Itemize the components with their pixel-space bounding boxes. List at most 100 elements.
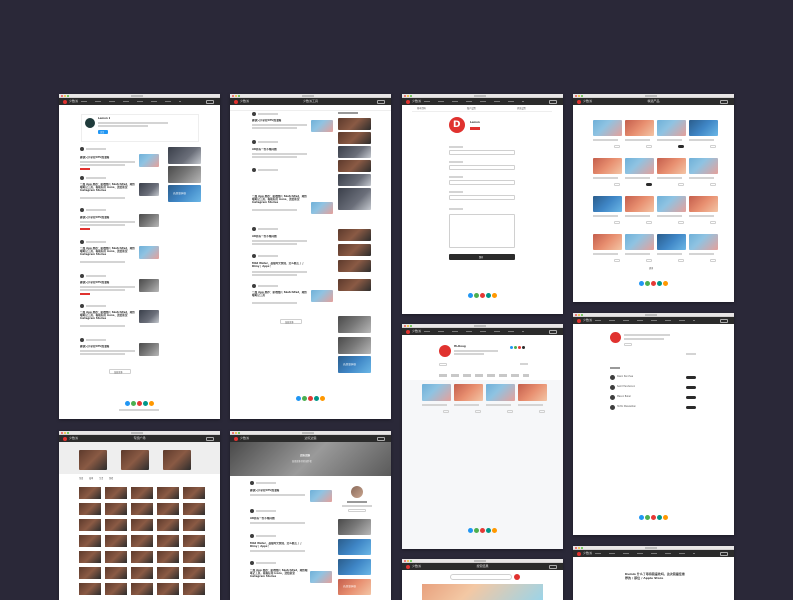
sidebar-banner[interactable]: 高质量获取 <box>338 579 371 595</box>
gallery-item[interactable] <box>183 503 205 515</box>
article-title[interactable]: Mild Water、夜猫时光倒流、怎么能忘了了 Dimy | Apps！ <box>252 262 308 268</box>
gallery-item[interactable] <box>79 551 101 563</box>
user-avatar[interactable]: D <box>449 117 465 133</box>
user-name[interactable]: Dasin Penchaa <box>617 375 633 378</box>
article-title[interactable]: 一周 App 推荐：新增图片 SketchPad、跨终端笔记工具，看看好用 ic… <box>250 569 308 578</box>
gallery-item[interactable] <box>157 583 179 595</box>
sidebar-image[interactable] <box>338 160 371 172</box>
article-thumbnail[interactable] <box>310 571 332 583</box>
article-title[interactable]: Mild Water、夜猫时光倒流、怎么能忘了了 Dimy | Apps！ <box>250 542 308 548</box>
sidebar-image[interactable] <box>338 316 371 333</box>
bio-textarea[interactable] <box>449 214 515 248</box>
product-card[interactable] <box>625 120 654 136</box>
mail-icon[interactable] <box>149 401 154 406</box>
login-button[interactable] <box>549 329 557 334</box>
product-card[interactable] <box>625 158 654 174</box>
gallery-item[interactable] <box>79 567 101 579</box>
change-avatar-button[interactable] <box>470 127 480 130</box>
gallery-item[interactable] <box>183 535 205 547</box>
douban-icon[interactable] <box>651 515 656 520</box>
login-button[interactable] <box>206 99 214 104</box>
search-input[interactable] <box>450 574 512 580</box>
brand-logo-icon[interactable] <box>406 99 410 104</box>
gallery-item[interactable] <box>157 551 179 563</box>
sidebar-image[interactable] <box>338 260 371 272</box>
article-thumbnail[interactable] <box>311 290 333 302</box>
sidebar-image[interactable] <box>338 132 371 144</box>
product-action-button[interactable] <box>678 183 684 186</box>
article-title[interactable]: 一周 App 推荐：新增图片 SketchPad、跨终端笔记工具 <box>252 291 308 300</box>
tab-all[interactable]: 全部 <box>79 477 83 480</box>
gallery-item[interactable] <box>183 567 205 579</box>
login-button[interactable] <box>720 551 728 556</box>
article-title[interactable]: 一周 App 推荐：新增图片 SketchPad、跨终端笔记工具，看看好用 ic… <box>80 247 136 259</box>
sidebar-image[interactable] <box>338 539 371 555</box>
follow-user-button[interactable] <box>686 406 696 409</box>
product-card[interactable] <box>593 158 622 174</box>
tab-notifications[interactable]: 消息设置 <box>517 107 526 110</box>
load-more-link[interactable]: 更多 <box>649 267 653 270</box>
article-thumbnail[interactable] <box>139 183 159 196</box>
article-title[interactable]: AR原有一些不畅问题 <box>250 517 308 520</box>
tab-profile[interactable]: 基本资料 <box>417 107 426 110</box>
gallery-item[interactable] <box>131 551 153 563</box>
gallery-item[interactable] <box>105 487 127 499</box>
article-thumbnail[interactable] <box>139 214 159 227</box>
search-icon[interactable] <box>514 574 520 580</box>
gallery-item[interactable] <box>105 567 127 579</box>
gallery-item[interactable] <box>157 567 179 579</box>
rss-icon[interactable] <box>657 515 662 520</box>
login-button[interactable] <box>549 564 557 569</box>
gallery-item[interactable] <box>157 519 179 531</box>
post-action-button[interactable] <box>507 410 513 413</box>
product-action-button[interactable] <box>710 183 716 186</box>
nav-links[interactable] <box>595 553 695 554</box>
post-action-button[interactable] <box>539 410 545 413</box>
user-name[interactable]: Saint Henderson <box>617 385 635 388</box>
post-card[interactable] <box>486 384 515 401</box>
gallery-item[interactable] <box>183 519 205 531</box>
login-button[interactable] <box>377 99 385 104</box>
sidebar-banner[interactable]: 高质量获取 <box>338 356 371 373</box>
article-title[interactable]: 趣谈只手掌控CPU加油箱 <box>80 156 136 159</box>
product-action-button[interactable] <box>646 221 652 224</box>
mail-icon[interactable] <box>663 281 668 286</box>
article-title[interactable]: 一周 App 推荐：新增图片 SketchPad、跨终端笔记工具，看看好用 ic… <box>80 183 136 195</box>
nav-links[interactable] <box>424 101 524 102</box>
article-thumbnail[interactable] <box>139 279 159 292</box>
gallery-item[interactable] <box>131 567 153 579</box>
author-avatar[interactable] <box>351 486 363 498</box>
weibo-icon[interactable] <box>639 281 644 286</box>
load-more-button[interactable]: 加载更多 <box>280 319 302 324</box>
gallery-item[interactable] <box>131 519 153 531</box>
article-title[interactable]: AR原有一些不畅问题 <box>252 235 308 238</box>
save-button[interactable]: 保存 <box>449 254 515 260</box>
mail-icon[interactable] <box>320 396 325 401</box>
login-button[interactable] <box>720 99 728 104</box>
product-card[interactable] <box>689 158 718 174</box>
form-field[interactable] <box>449 195 515 200</box>
product-action-button[interactable] <box>678 145 684 148</box>
form-field[interactable] <box>449 150 515 155</box>
sidebar-image[interactable] <box>338 118 371 130</box>
tab-productivity[interactable]: 效率 <box>89 477 93 480</box>
sidebar-image[interactable] <box>338 337 371 354</box>
follow-user-button[interactable] <box>686 386 696 389</box>
rss-icon[interactable] <box>314 396 319 401</box>
sidebar-image[interactable] <box>338 174 371 186</box>
weibo-icon[interactable] <box>296 396 301 401</box>
gallery-item[interactable] <box>131 487 153 499</box>
wechat-icon[interactable] <box>474 528 479 533</box>
product-action-button[interactable] <box>614 145 620 148</box>
article-thumbnail[interactable] <box>310 490 332 502</box>
weibo-icon[interactable] <box>510 346 513 349</box>
article-title[interactable]: 趣谈只手掌控CPU加油箱 <box>250 489 308 492</box>
gallery-item[interactable] <box>157 535 179 547</box>
login-button[interactable] <box>720 318 728 323</box>
follow-button[interactable]: 关注 <box>98 130 108 134</box>
gallery-item[interactable] <box>157 487 179 499</box>
sub-nav[interactable] <box>230 105 391 111</box>
product-card[interactable] <box>657 196 686 212</box>
article-title[interactable]: 趣谈只手掌控CPU加油箱 <box>252 119 308 122</box>
product-action-button[interactable] <box>614 259 620 262</box>
